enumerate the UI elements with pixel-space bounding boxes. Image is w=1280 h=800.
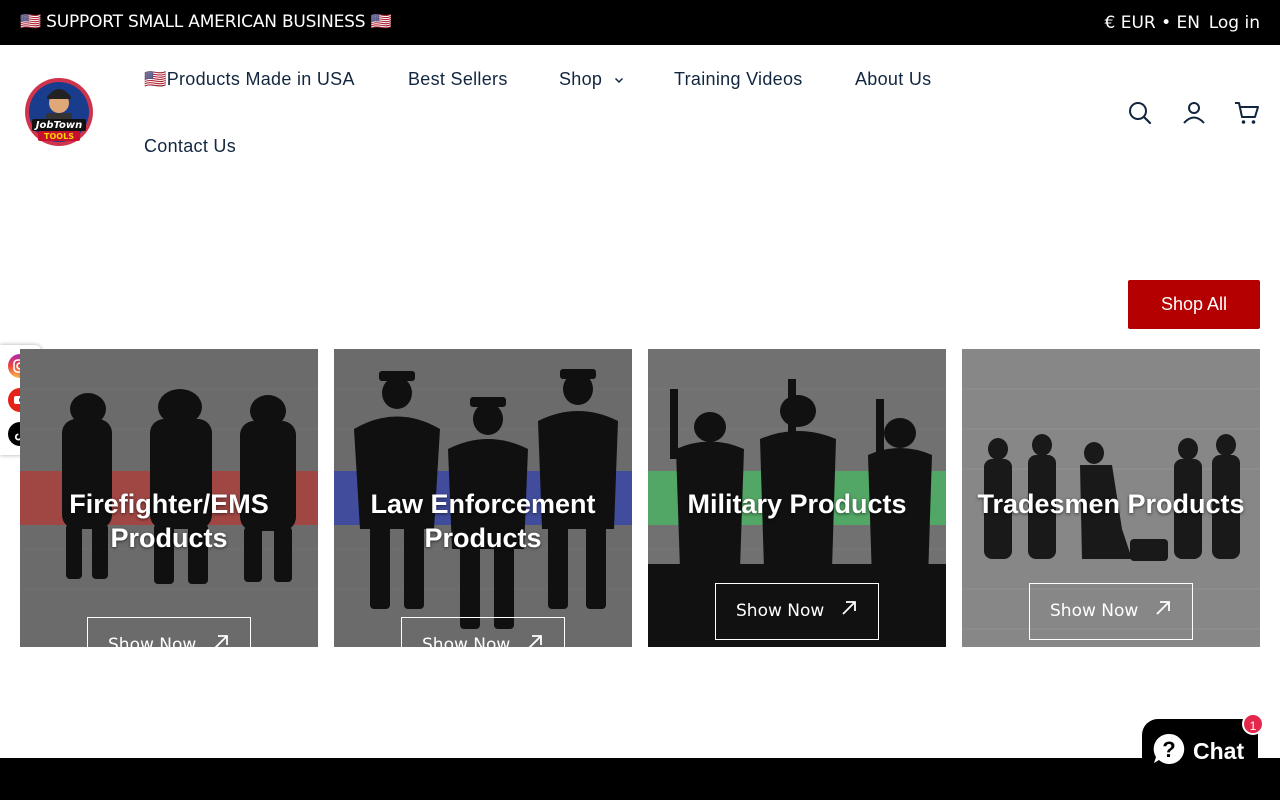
account-icon[interactable] [1181, 100, 1207, 126]
arrow-up-right-icon [528, 635, 542, 647]
login-link[interactable]: Log in [1209, 13, 1260, 33]
svg-text:JobTown: JobTown [34, 120, 83, 131]
card-title-line-2: Products [110, 523, 228, 553]
category-card-military[interactable]: Military Products Show Now [648, 349, 946, 647]
category-card-tradesmen[interactable]: Tradesmen Products Show Now [962, 349, 1260, 647]
show-now-button[interactable]: Show Now [715, 583, 879, 640]
announcement-text: 🇺🇸 SUPPORT SMALL AMERICAN BUSINESS 🇺🇸 [20, 12, 392, 32]
nav-item-shop-label: Shop [559, 69, 603, 89]
card-title-line-1: Tradesmen Products [977, 489, 1245, 519]
show-now-button[interactable]: Show Now [87, 617, 251, 647]
card-title: Tradesmen Products [962, 487, 1260, 521]
currency-language-selector[interactable]: € EUR • EN [1104, 13, 1200, 33]
category-card-firefighter[interactable]: Firefighter/EMS Products Show Now [20, 349, 318, 647]
card-title: Firefighter/EMS Products [20, 487, 318, 555]
store-logo[interactable]: JobTown TOOLS [22, 75, 96, 149]
site-header: JobTown TOOLS 🇺🇸Products Made in USA Bes… [0, 45, 1280, 180]
show-now-button[interactable]: Show Now [1029, 583, 1193, 640]
nav-item-made-in-usa[interactable]: 🇺🇸Products Made in USA [144, 69, 355, 90]
card-title: Law Enforcement Products [334, 487, 632, 555]
footer-band [0, 758, 1280, 800]
chat-bubble-icon: ? [1153, 733, 1185, 764]
arrow-up-right-icon [1156, 601, 1170, 615]
search-icon[interactable] [1127, 100, 1153, 126]
chat-unread-badge: 1 [1242, 713, 1264, 735]
show-now-button[interactable]: Show Now [401, 617, 565, 647]
show-now-label: Show Now [1050, 601, 1139, 621]
show-now-label: Show Now [108, 635, 197, 647]
shop-all-button[interactable]: Shop All [1128, 280, 1260, 329]
show-now-label: Show Now [736, 601, 825, 621]
cart-icon[interactable] [1234, 100, 1260, 126]
show-now-label: Show Now [422, 635, 511, 647]
svg-text:TOOLS: TOOLS [44, 132, 74, 141]
nav-item-contact-us[interactable]: Contact Us [144, 136, 236, 157]
arrow-up-right-icon [214, 635, 228, 647]
announcement-bar: 🇺🇸 SUPPORT SMALL AMERICAN BUSINESS 🇺🇸 € … [0, 0, 1280, 45]
card-title-line-1: Law Enforcement [370, 489, 596, 519]
chat-button[interactable]: ? Chat 1 [1142, 713, 1264, 779]
chat-label: Chat [1193, 738, 1245, 764]
card-title-line-2: Products [424, 523, 542, 553]
nav-item-about-us[interactable]: About Us [855, 69, 931, 90]
card-title-line-1: Military Products [687, 489, 907, 519]
card-title-line-1: Firefighter/EMS [69, 489, 269, 519]
nav-item-shop[interactable]: Shop [559, 69, 624, 90]
nav-item-best-sellers[interactable]: Best Sellers [408, 69, 508, 90]
chevron-down-icon [614, 78, 623, 84]
svg-text:?: ? [1162, 737, 1175, 762]
card-title: Military Products [648, 487, 946, 521]
nav-item-training-videos[interactable]: Training Videos [674, 69, 803, 90]
arrow-up-right-icon [842, 601, 856, 615]
category-card-law-enforcement[interactable]: Law Enforcement Products Show Now [334, 349, 632, 647]
